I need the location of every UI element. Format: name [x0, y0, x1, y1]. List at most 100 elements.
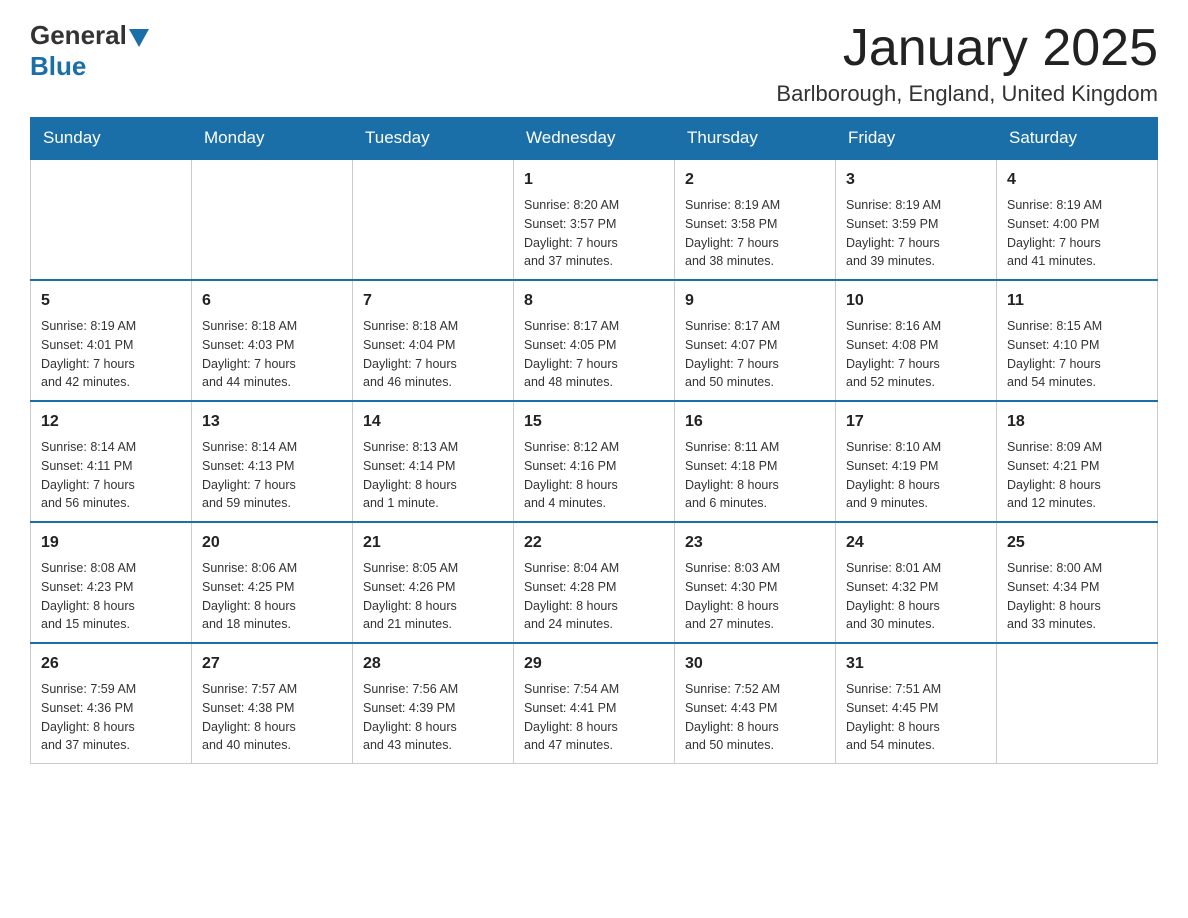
- day-number: 22: [524, 531, 664, 555]
- day-info: Sunrise: 8:19 AMSunset: 4:00 PMDaylight:…: [1007, 196, 1147, 271]
- day-info: Sunrise: 8:00 AMSunset: 4:34 PMDaylight:…: [1007, 559, 1147, 634]
- day-number: 18: [1007, 410, 1147, 434]
- day-number: 30: [685, 652, 825, 676]
- calendar-day-cell: 26 Sunrise: 7:59 AMSunset: 4:36 PMDayligh…: [31, 643, 192, 764]
- page-header: General Blue January 2025 Barlborough, E…: [30, 20, 1158, 107]
- calendar-day-cell: 1 Sunrise: 8:20 AMSunset: 3:57 PMDaylight…: [514, 159, 675, 280]
- day-info: Sunrise: 8:17 AMSunset: 4:05 PMDaylight:…: [524, 317, 664, 392]
- logo-general-text: General: [30, 20, 149, 51]
- calendar-day-cell: 2 Sunrise: 8:19 AMSunset: 3:58 PMDaylight…: [675, 159, 836, 280]
- calendar-body: 1 Sunrise: 8:20 AMSunset: 3:57 PMDaylight…: [31, 159, 1158, 764]
- day-info: Sunrise: 8:05 AMSunset: 4:26 PMDaylight:…: [363, 559, 503, 634]
- weekday-header-thursday: Thursday: [675, 118, 836, 160]
- day-info: Sunrise: 8:20 AMSunset: 3:57 PMDaylight:…: [524, 196, 664, 271]
- day-info: Sunrise: 7:51 AMSunset: 4:45 PMDaylight:…: [846, 680, 986, 755]
- day-number: 20: [202, 531, 342, 555]
- calendar-day-cell: 21 Sunrise: 8:05 AMSunset: 4:26 PMDayligh…: [353, 522, 514, 643]
- calendar-day-cell: 17 Sunrise: 8:10 AMSunset: 4:19 PMDayligh…: [836, 401, 997, 522]
- day-number: 9: [685, 289, 825, 313]
- day-number: 23: [685, 531, 825, 555]
- day-info: Sunrise: 8:19 AMSunset: 3:58 PMDaylight:…: [685, 196, 825, 271]
- day-number: 2: [685, 168, 825, 192]
- calendar-day-cell: 22Sunrise: 8:04 AMSunset: 4:28 PMDayligh…: [514, 522, 675, 643]
- day-number: 15: [524, 410, 664, 434]
- calendar-day-cell: 25 Sunrise: 8:00 AMSunset: 4:34 PMDayligh…: [997, 522, 1158, 643]
- calendar-empty-cell: [353, 159, 514, 280]
- calendar-day-cell: 29Sunrise: 7:54 AMSunset: 4:41 PMDayligh…: [514, 643, 675, 764]
- calendar-day-cell: 7Sunrise: 8:18 AMSunset: 4:04 PMDaylight…: [353, 280, 514, 401]
- day-info: Sunrise: 7:59 AMSunset: 4:36 PMDaylight:…: [41, 680, 181, 755]
- calendar-day-cell: 18 Sunrise: 8:09 AMSunset: 4:21 PMDayligh…: [997, 401, 1158, 522]
- day-number: 24: [846, 531, 986, 555]
- calendar-day-cell: 23 Sunrise: 8:03 AMSunset: 4:30 PMDayligh…: [675, 522, 836, 643]
- calendar-day-cell: 8 Sunrise: 8:17 AMSunset: 4:05 PMDaylight…: [514, 280, 675, 401]
- day-number: 28: [363, 652, 503, 676]
- calendar-week-row: 26 Sunrise: 7:59 AMSunset: 4:36 PMDayligh…: [31, 643, 1158, 764]
- calendar-day-cell: 11Sunrise: 8:15 AMSunset: 4:10 PMDayligh…: [997, 280, 1158, 401]
- day-info: Sunrise: 8:13 AMSunset: 4:14 PMDaylight:…: [363, 438, 503, 513]
- weekday-header-tuesday: Tuesday: [353, 118, 514, 160]
- calendar-day-cell: 20 Sunrise: 8:06 AMSunset: 4:25 PMDayligh…: [192, 522, 353, 643]
- calendar-day-cell: 31 Sunrise: 7:51 AMSunset: 4:45 PMDayligh…: [836, 643, 997, 764]
- calendar-day-cell: 3Sunrise: 8:19 AMSunset: 3:59 PMDaylight…: [836, 159, 997, 280]
- day-info: Sunrise: 8:14 AMSunset: 4:11 PMDaylight:…: [41, 438, 181, 513]
- day-info: Sunrise: 8:08 AMSunset: 4:23 PMDaylight:…: [41, 559, 181, 634]
- day-info: Sunrise: 8:12 AMSunset: 4:16 PMDaylight:…: [524, 438, 664, 513]
- calendar-day-cell: 4Sunrise: 8:19 AMSunset: 4:00 PMDaylight…: [997, 159, 1158, 280]
- calendar-table: SundayMondayTuesdayWednesdayThursdayFrid…: [30, 117, 1158, 764]
- logo-triangle-icon: [129, 29, 149, 47]
- day-number: 13: [202, 410, 342, 434]
- calendar-day-cell: 15 Sunrise: 8:12 AMSunset: 4:16 PMDayligh…: [514, 401, 675, 522]
- day-number: 25: [1007, 531, 1147, 555]
- day-info: Sunrise: 8:18 AMSunset: 4:03 PMDaylight:…: [202, 317, 342, 392]
- day-number: 8: [524, 289, 664, 313]
- calendar-day-cell: 9Sunrise: 8:17 AMSunset: 4:07 PMDaylight…: [675, 280, 836, 401]
- day-number: 14: [363, 410, 503, 434]
- calendar-day-cell: 19 Sunrise: 8:08 AMSunset: 4:23 PMDayligh…: [31, 522, 192, 643]
- day-number: 6: [202, 289, 342, 313]
- calendar-week-row: 1 Sunrise: 8:20 AMSunset: 3:57 PMDaylight…: [31, 159, 1158, 280]
- calendar-week-row: 19 Sunrise: 8:08 AMSunset: 4:23 PMDayligh…: [31, 522, 1158, 643]
- day-number: 27: [202, 652, 342, 676]
- calendar-empty-cell: [997, 643, 1158, 764]
- weekday-header-row: SundayMondayTuesdayWednesdayThursdayFrid…: [31, 118, 1158, 160]
- calendar-day-cell: 6 Sunrise: 8:18 AMSunset: 4:03 PMDaylight…: [192, 280, 353, 401]
- weekday-header-friday: Friday: [836, 118, 997, 160]
- day-info: Sunrise: 7:52 AMSunset: 4:43 PMDaylight:…: [685, 680, 825, 755]
- calendar-day-cell: 27 Sunrise: 7:57 AMSunset: 4:38 PMDayligh…: [192, 643, 353, 764]
- day-number: 21: [363, 531, 503, 555]
- day-number: 12: [41, 410, 181, 434]
- calendar-day-cell: 5Sunrise: 8:19 AMSunset: 4:01 PMDaylight…: [31, 280, 192, 401]
- day-info: Sunrise: 7:57 AMSunset: 4:38 PMDaylight:…: [202, 680, 342, 755]
- day-number: 11: [1007, 289, 1147, 313]
- day-number: 3: [846, 168, 986, 192]
- logo-blue-text: Blue: [30, 51, 86, 82]
- day-number: 31: [846, 652, 986, 676]
- day-number: 26: [41, 652, 181, 676]
- day-number: 19: [41, 531, 181, 555]
- day-info: Sunrise: 7:56 AMSunset: 4:39 PMDaylight:…: [363, 680, 503, 755]
- day-number: 10: [846, 289, 986, 313]
- calendar-day-cell: 12 Sunrise: 8:14 AMSunset: 4:11 PMDayligh…: [31, 401, 192, 522]
- logo: General Blue: [30, 20, 149, 82]
- day-number: 17: [846, 410, 986, 434]
- day-number: 1: [524, 168, 664, 192]
- day-number: 29: [524, 652, 664, 676]
- day-info: Sunrise: 8:09 AMSunset: 4:21 PMDaylight:…: [1007, 438, 1147, 513]
- weekday-header-monday: Monday: [192, 118, 353, 160]
- calendar-week-row: 5Sunrise: 8:19 AMSunset: 4:01 PMDaylight…: [31, 280, 1158, 401]
- day-info: Sunrise: 8:06 AMSunset: 4:25 PMDaylight:…: [202, 559, 342, 634]
- calendar-day-cell: 13Sunrise: 8:14 AMSunset: 4:13 PMDayligh…: [192, 401, 353, 522]
- weekday-header-saturday: Saturday: [997, 118, 1158, 160]
- title-area: January 2025 Barlborough, England, Unite…: [776, 20, 1158, 107]
- day-number: 16: [685, 410, 825, 434]
- calendar-header: SundayMondayTuesdayWednesdayThursdayFrid…: [31, 118, 1158, 160]
- calendar-title: January 2025: [776, 20, 1158, 77]
- day-info: Sunrise: 8:03 AMSunset: 4:30 PMDaylight:…: [685, 559, 825, 634]
- calendar-empty-cell: [31, 159, 192, 280]
- calendar-week-row: 12 Sunrise: 8:14 AMSunset: 4:11 PMDayligh…: [31, 401, 1158, 522]
- calendar-day-cell: 24Sunrise: 8:01 AMSunset: 4:32 PMDayligh…: [836, 522, 997, 643]
- day-info: Sunrise: 8:10 AMSunset: 4:19 PMDaylight:…: [846, 438, 986, 513]
- logo-general-label: General: [30, 20, 127, 51]
- calendar-day-cell: 30 Sunrise: 7:52 AMSunset: 4:43 PMDayligh…: [675, 643, 836, 764]
